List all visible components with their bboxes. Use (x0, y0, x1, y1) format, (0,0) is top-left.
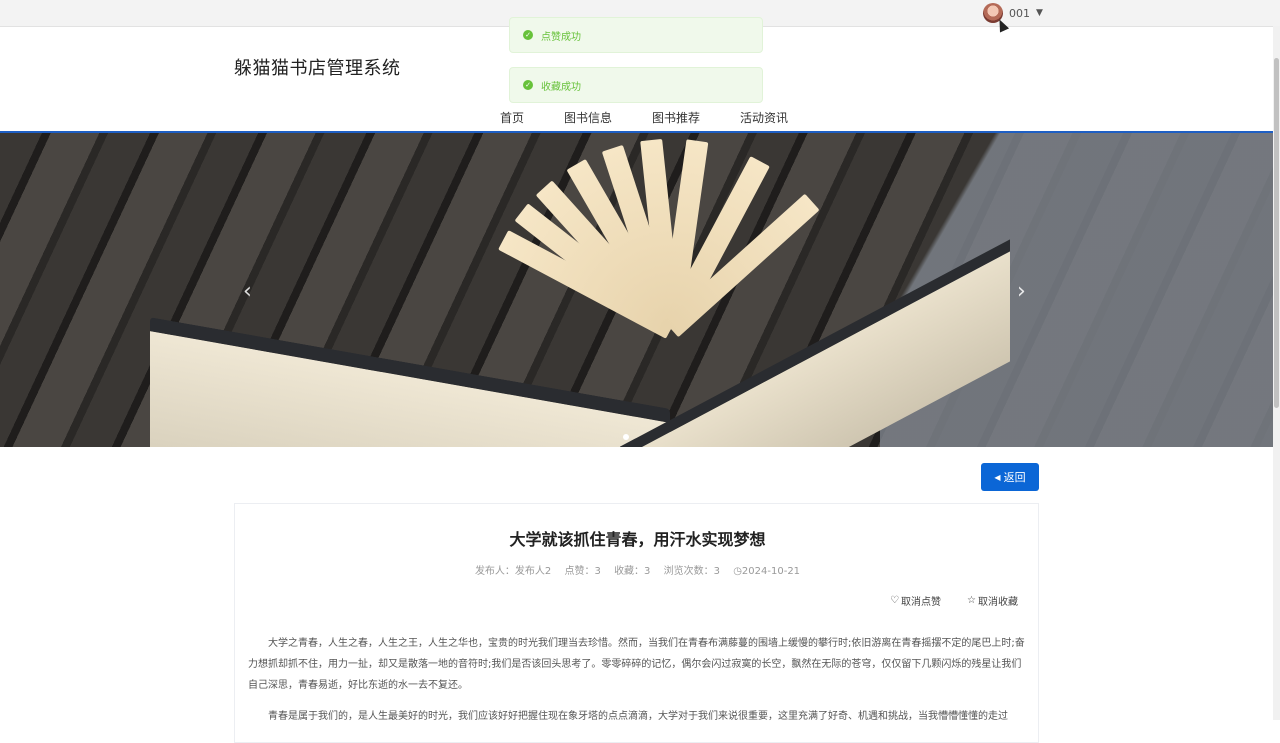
cancel-favorite-button[interactable]: ☆ 取消收藏 (967, 593, 1018, 608)
publisher: 发布人：发布人2 (474, 566, 552, 577)
banner-carousel[interactable]: ‹ › (0, 133, 1273, 447)
toast-message: 收藏成功 (541, 81, 581, 93)
view-count: 浏览次数：3 (663, 566, 720, 577)
toast-like-success: ✓ 点赞成功 (509, 17, 763, 53)
main-nav: 首页 图书信息 图书推荐 活动资讯 (480, 108, 808, 128)
article-title: 大学就该抓住青春，用汗水实现梦想 (509, 530, 766, 549)
check-circle-icon: ✓ (523, 30, 533, 40)
caret-down-icon[interactable]: ▼ (1036, 8, 1043, 18)
check-circle-icon: ✓ (523, 80, 533, 90)
nav-item-book-recommend[interactable]: 图书推荐 (632, 108, 720, 128)
date-text: 2024-10-21 (741, 566, 801, 577)
user-menu[interactable]: 001 ▼ (983, 2, 1043, 24)
publish-date: ◷2024-10-21 (733, 566, 800, 577)
carousel-next-icon[interactable]: › (1017, 279, 1026, 304)
carousel-prev-icon[interactable]: ‹ (243, 279, 252, 304)
clock-icon: ◷ (733, 566, 742, 577)
star-icon: ☆ (967, 595, 976, 606)
caret-left-icon: ◀ (994, 472, 1001, 482)
nav-item-home[interactable]: 首页 (480, 108, 544, 128)
banner-book-image (150, 317, 670, 447)
article-paragraph: 青春是属于我们的，是人生最美好的时光，我们应该好好把握住现在象牙塔的点点滴滴，大… (268, 711, 1008, 722)
back-button-label: 返回 (1003, 471, 1026, 484)
favorite-count: 收藏：3 (614, 566, 651, 577)
article-paragraph: 大学之青春，人生之春，人生之王，人生之华也，宝贵的时光我们理当去珍惜。然而，当我… (248, 638, 1025, 691)
nav-item-book-info[interactable]: 图书信息 (544, 108, 632, 128)
scrollbar-thumb[interactable] (1274, 58, 1279, 408)
user-name[interactable]: 001 (1009, 7, 1030, 20)
cancel-like-button[interactable]: ♡ 取消点赞 (890, 593, 941, 608)
back-button[interactable]: ◀ 返回 (981, 463, 1039, 491)
carousel-indicator[interactable] (623, 434, 629, 440)
article-meta: 发布人：发布人2 点赞：3 收藏：3 浏览次数：3 ◷2024-10-21 (235, 562, 1040, 577)
article-content: 大学之青春，人生之春，人生之王，人生之华也，宝贵的时光我们理当去珍惜。然而，当我… (248, 633, 1028, 737)
nav-item-activity-news[interactable]: 活动资讯 (720, 108, 808, 128)
site-title: 躲猫猫书店管理系统 (234, 58, 401, 79)
article-actions: ♡ 取消点赞 ☆ 取消收藏 (890, 593, 1018, 608)
toast-message: 点赞成功 (541, 31, 581, 43)
heart-icon: ♡ (890, 595, 900, 606)
cancel-like-label: 取消点赞 (901, 597, 942, 608)
article-card: 大学就该抓住青春，用汗水实现梦想 发布人：发布人2 点赞：3 收藏：3 浏览次数… (234, 503, 1039, 743)
like-count: 点赞：3 (564, 566, 601, 577)
page-scrollbar[interactable] (1273, 26, 1280, 720)
toast-favorite-success: ✓ 收藏成功 (509, 67, 763, 103)
cancel-favorite-label: 取消收藏 (978, 597, 1018, 608)
